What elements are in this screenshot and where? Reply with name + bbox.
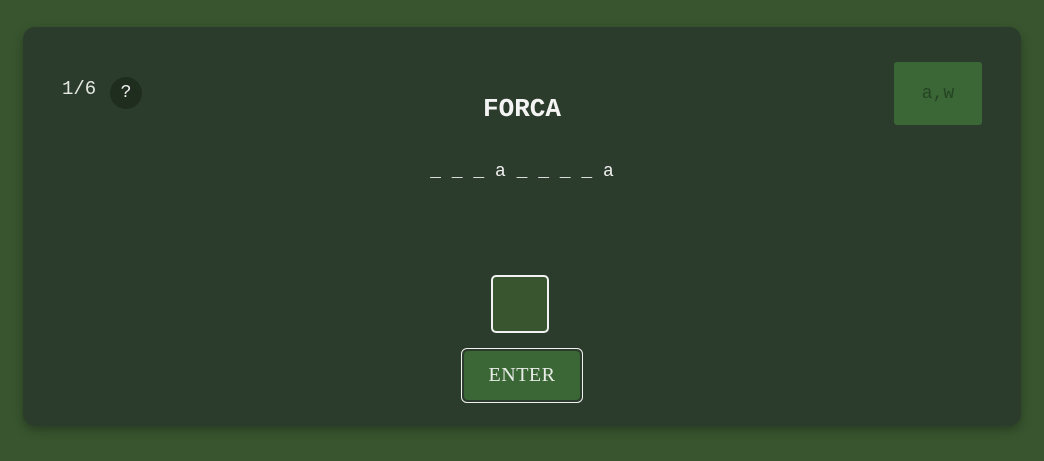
guessed-letters-text: a,w <box>921 83 955 104</box>
game-card: 1/6 ? FORCA a,w _ _ _ a _ _ _ _ a ENTER <box>23 27 1021 426</box>
game-title: FORCA <box>482 94 561 124</box>
guessed-letters-badge: a,w <box>894 62 982 125</box>
enter-button-label: ENTER <box>464 351 580 400</box>
hidden-word: _ _ _ a _ _ _ _ a <box>430 162 614 182</box>
enter-button[interactable]: ENTER <box>461 348 583 403</box>
letter-input[interactable] <box>491 275 549 333</box>
